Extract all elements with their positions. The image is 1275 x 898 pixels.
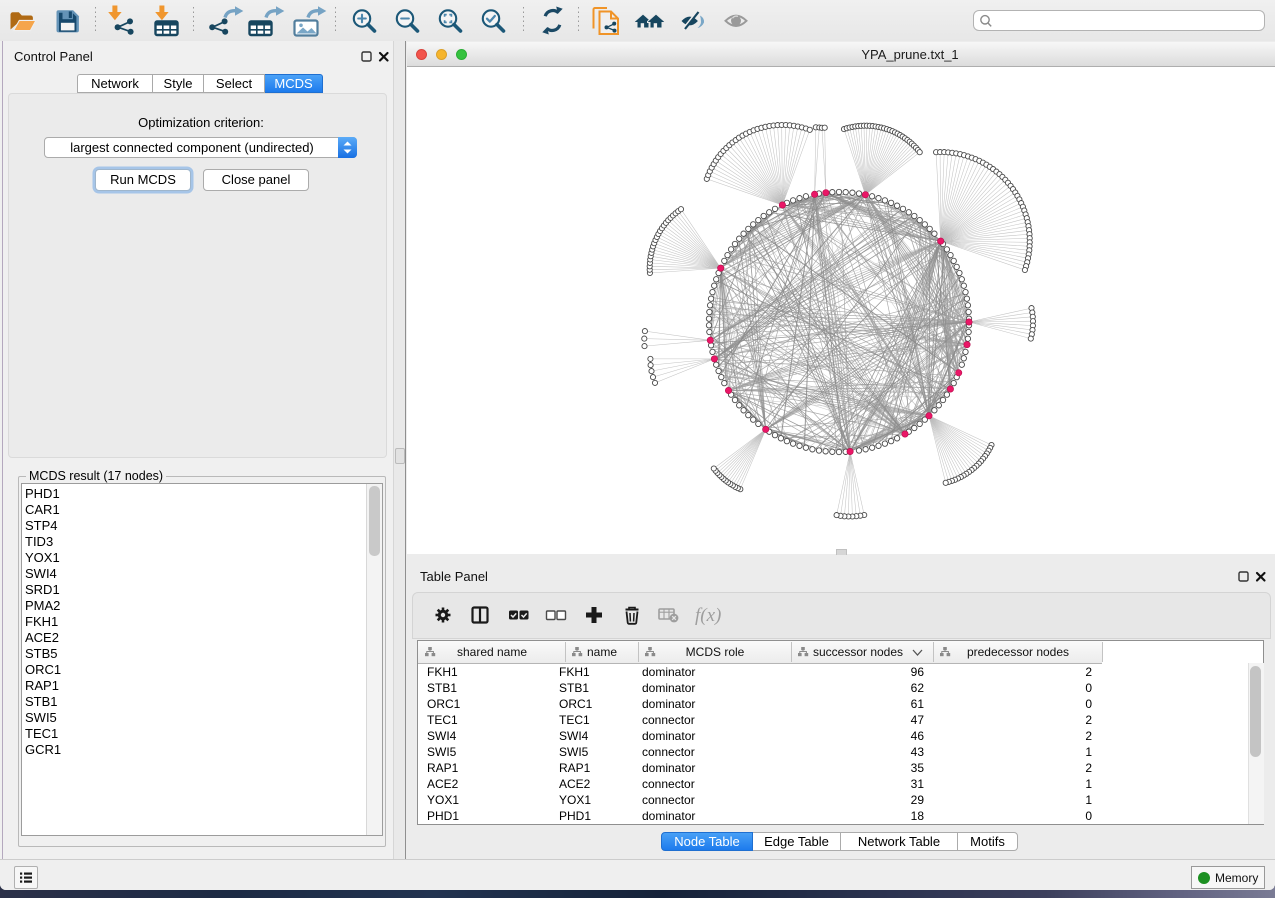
svg-text:dominator: dominator (642, 681, 695, 695)
svg-text:62: 62 (911, 681, 925, 695)
svg-text:1: 1 (1085, 793, 1092, 807)
svg-text:1: 1 (1085, 745, 1092, 759)
svg-text:46: 46 (911, 729, 925, 743)
svg-text:ACE2: ACE2 (559, 777, 591, 791)
svg-text:ORC1: ORC1 (427, 697, 461, 711)
svg-text:name: name (587, 645, 617, 659)
svg-text:47: 47 (911, 713, 925, 727)
svg-text:predecessor nodes: predecessor nodes (967, 645, 1069, 659)
svg-text:43: 43 (911, 745, 925, 759)
svg-text:0: 0 (1085, 681, 1092, 695)
svg-text:FKH1: FKH1 (559, 665, 590, 679)
svg-text:2: 2 (1085, 665, 1092, 679)
svg-text:2: 2 (1085, 713, 1092, 727)
svg-text:35: 35 (911, 761, 925, 775)
svg-text:STB1: STB1 (559, 681, 589, 695)
svg-text:31: 31 (911, 777, 925, 791)
svg-text:61: 61 (911, 697, 925, 711)
svg-text:connector: connector (642, 713, 695, 727)
svg-text:STB1: STB1 (427, 681, 457, 695)
svg-text:successor nodes: successor nodes (813, 645, 903, 659)
svg-text:dominator: dominator (642, 697, 695, 711)
svg-text:connector: connector (642, 777, 695, 791)
svg-text:RAP1: RAP1 (559, 761, 591, 775)
svg-text:connector: connector (642, 745, 695, 759)
svg-text:SWI4: SWI4 (427, 729, 457, 743)
svg-text:SWI5: SWI5 (559, 745, 589, 759)
svg-text:2: 2 (1085, 761, 1092, 775)
svg-text:1: 1 (1085, 777, 1092, 791)
svg-text:2: 2 (1085, 729, 1092, 743)
svg-text:TEC1: TEC1 (427, 713, 458, 727)
svg-text:YOX1: YOX1 (427, 793, 459, 807)
svg-text:dominator: dominator (642, 761, 695, 775)
svg-text:shared name: shared name (457, 645, 527, 659)
svg-text:FKH1: FKH1 (427, 665, 458, 679)
svg-text:connector: connector (642, 793, 695, 807)
svg-text:YOX1: YOX1 (559, 793, 591, 807)
svg-text:0: 0 (1085, 809, 1092, 823)
svg-text:RAP1: RAP1 (427, 761, 459, 775)
svg-text:dominator: dominator (642, 729, 695, 743)
svg-text:dominator: dominator (642, 665, 695, 679)
svg-text:18: 18 (911, 809, 925, 823)
svg-text:SWI4: SWI4 (559, 729, 589, 743)
svg-text:ORC1: ORC1 (559, 697, 593, 711)
svg-text:96: 96 (911, 665, 925, 679)
svg-text:29: 29 (911, 793, 925, 807)
svg-text:TEC1: TEC1 (559, 713, 590, 727)
svg-text:ACE2: ACE2 (427, 777, 459, 791)
svg-text:0: 0 (1085, 697, 1092, 711)
svg-text:dominator: dominator (642, 809, 695, 823)
svg-text:PHD1: PHD1 (559, 809, 591, 823)
svg-text:MCDS role: MCDS role (686, 645, 745, 659)
svg-text:SWI5: SWI5 (427, 745, 457, 759)
svg-text:f(x): f(x) (695, 605, 721, 626)
svg-text:PHD1: PHD1 (427, 809, 459, 823)
